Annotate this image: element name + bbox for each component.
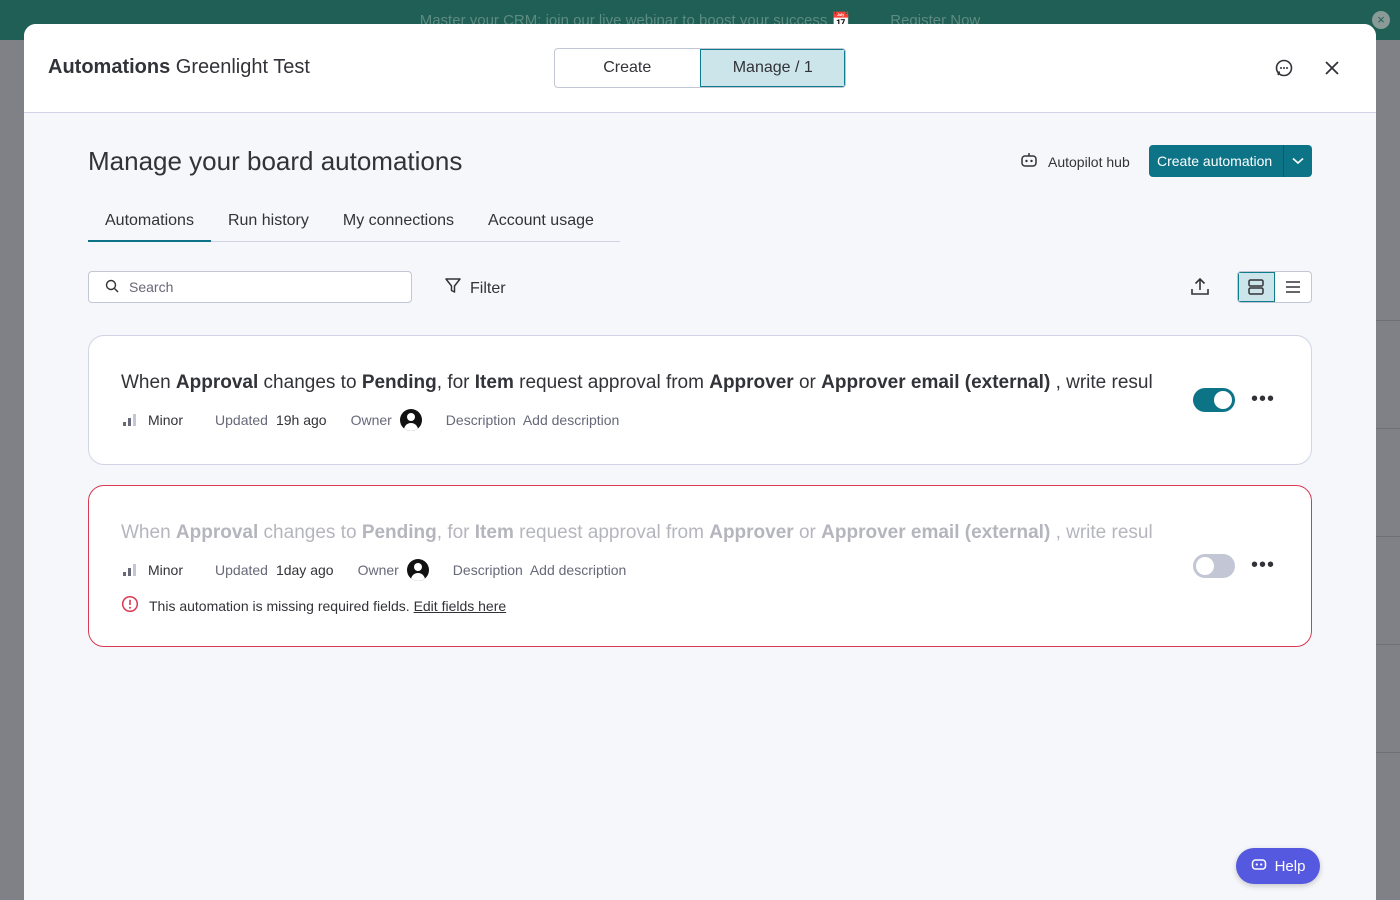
edit-fields-link[interactable]: Edit fields here: [414, 598, 507, 614]
sentence-text: or: [793, 522, 822, 543]
sentence-column: Approver: [709, 522, 794, 543]
modal-title: Automations Greenlight Test: [48, 56, 310, 79]
create-automation-button[interactable]: Create automation: [1149, 145, 1312, 177]
mode-switcher: Create Manage / 1: [554, 48, 846, 88]
sentence-text: When: [121, 522, 176, 543]
search-input[interactable]: Search: [88, 271, 412, 303]
sentence-text: request approval from: [513, 372, 710, 393]
sentence-value: Pending: [361, 372, 437, 393]
avatar[interactable]: [399, 409, 422, 431]
sentence-column: Approver email (external): [821, 522, 1051, 543]
modal-title-board: Greenlight Test: [175, 56, 310, 78]
updated-label: Updated: [215, 412, 268, 428]
automation-tabs: Automations Run history My connections A…: [88, 200, 620, 242]
sentence-column: Approver: [709, 372, 794, 393]
automation-meta: Minor Updated 19h ago Owner Description …: [123, 409, 619, 431]
automation-card[interactable]: When Approval changes to Pending, for It…: [88, 335, 1312, 465]
priority-label: Minor: [148, 412, 184, 428]
sentence-value: Pending: [361, 522, 437, 543]
automation-meta: Minor Updated 1day ago Owner Description…: [123, 559, 626, 581]
sentence-column: Approver email (external): [821, 372, 1051, 393]
owner-label: Owner: [350, 412, 392, 428]
filter-button[interactable]: Filter: [444, 277, 506, 300]
more-options-icon[interactable]: •••: [1251, 555, 1275, 575]
automation-toggle[interactable]: [1193, 388, 1235, 412]
updated-value: 1day ago: [275, 562, 334, 578]
tab-my-connections[interactable]: My connections: [326, 200, 471, 242]
search-icon: [105, 279, 119, 296]
filter-label: Filter: [470, 279, 506, 297]
list-view-icon[interactable]: [1275, 272, 1312, 302]
manage-tab-button[interactable]: Manage / 1: [699, 49, 845, 87]
create-automation-label: Create automation: [1157, 153, 1273, 169]
sentence-entity: Item: [474, 522, 514, 543]
automation-sentence[interactable]: When Approval changes to Pending, for It…: [121, 372, 1179, 394]
chevron-down-icon[interactable]: [1284, 157, 1312, 165]
warning-icon: [121, 595, 139, 616]
modal-title-bold: Automations: [48, 56, 171, 78]
avatar[interactable]: [406, 559, 429, 581]
error-message: This automation is missing required fiel…: [121, 595, 506, 616]
sentence-text: When: [121, 372, 176, 393]
page-title: Manage your board automations: [88, 146, 463, 176]
card-view-icon[interactable]: [1238, 272, 1275, 302]
sentence-text: , write resul: [1050, 372, 1153, 393]
sentence-text: , for: [436, 372, 475, 393]
tab-run-history[interactable]: Run history: [211, 200, 326, 242]
automation-sentence[interactable]: When Approval changes to Pending, for It…: [121, 522, 1179, 544]
priority-label: Minor: [148, 562, 184, 578]
owner-label: Owner: [357, 562, 399, 578]
add-description-link[interactable]: Add description: [530, 562, 627, 578]
updated-value: 19h ago: [275, 412, 327, 428]
search-placeholder: Search: [129, 279, 174, 295]
description-label: Description: [445, 412, 516, 428]
create-tab-button[interactable]: Create: [555, 49, 700, 87]
sentence-text: , for: [436, 522, 475, 543]
feedback-icon[interactable]: [1272, 56, 1296, 80]
tab-account-usage[interactable]: Account usage: [471, 200, 611, 242]
sentence-text: , write resul: [1050, 522, 1153, 543]
sentence-text: request approval from: [513, 522, 710, 543]
autopilot-hub-label: Autopilot hub: [1048, 153, 1130, 170]
sentence-text: changes to: [258, 522, 362, 543]
sentence-text: or: [793, 372, 822, 393]
help-label: Help: [1274, 857, 1306, 875]
autopilot-hub-button[interactable]: Autopilot hub: [1020, 152, 1130, 171]
description-label: Description: [452, 562, 523, 578]
close-icon[interactable]: [1320, 56, 1344, 80]
sentence-text: changes to: [258, 372, 362, 393]
robot-icon: [1251, 857, 1267, 875]
sentence-column: Approval: [175, 372, 259, 393]
more-options-icon[interactable]: •••: [1251, 389, 1275, 409]
error-text: This automation is missing required fiel…: [149, 597, 410, 614]
export-icon[interactable]: [1189, 276, 1211, 303]
priority-icon: [123, 414, 136, 426]
sentence-entity: Item: [474, 372, 514, 393]
modal-header: Automations Greenlight Test Create Manag…: [24, 24, 1376, 113]
background-board: [1376, 40, 1400, 900]
filter-icon: [444, 277, 462, 300]
view-toggle: [1237, 271, 1312, 303]
automations-modal: Automations Greenlight Test Create Manag…: [24, 24, 1376, 900]
tab-automations[interactable]: Automations: [88, 200, 211, 242]
priority-icon: [123, 564, 136, 576]
automation-card[interactable]: When Approval changes to Pending, for It…: [88, 485, 1312, 647]
updated-label: Updated: [215, 562, 268, 578]
add-description-link[interactable]: Add description: [523, 412, 620, 428]
help-button[interactable]: Help: [1236, 848, 1320, 884]
automation-toggle[interactable]: [1193, 554, 1235, 578]
sentence-column: Approval: [175, 522, 259, 543]
robot-icon: [1020, 152, 1038, 171]
background-sidebar: [0, 40, 24, 900]
